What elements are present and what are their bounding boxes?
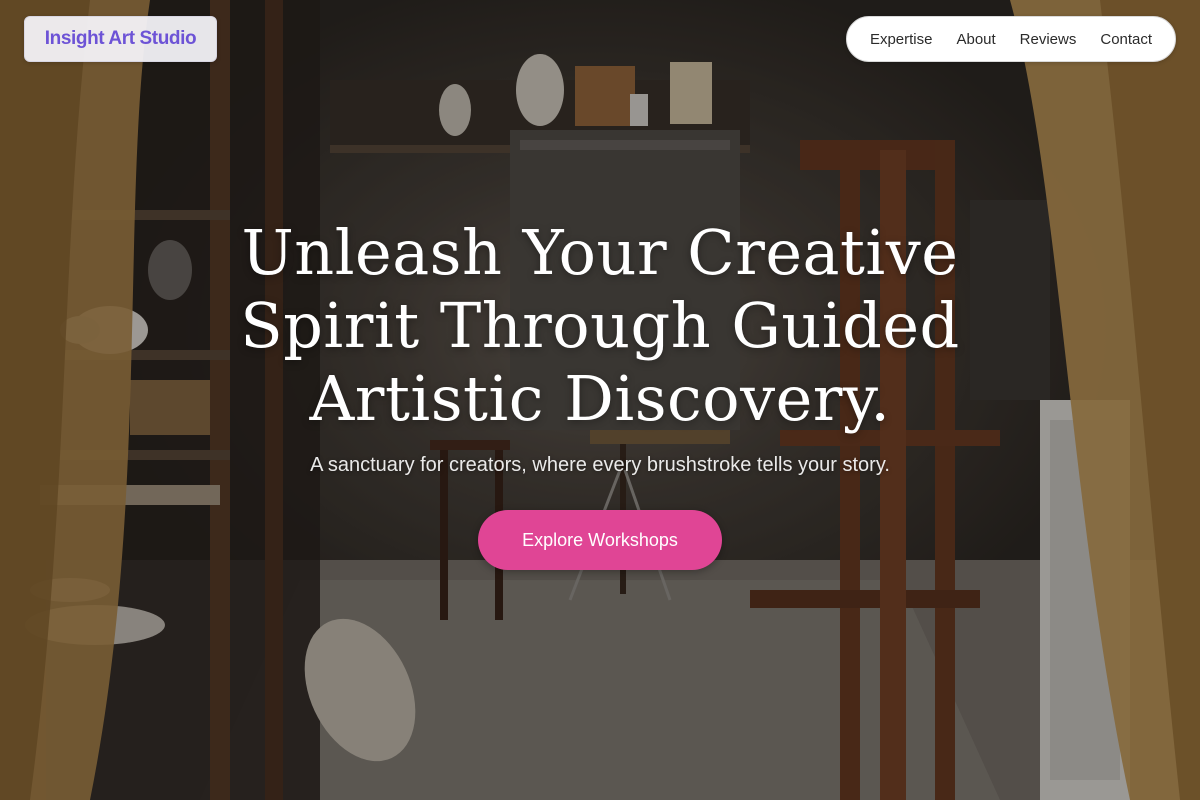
nav-link-contact[interactable]: Contact bbox=[1100, 31, 1152, 48]
nav-link-about[interactable]: About bbox=[956, 31, 995, 48]
main-nav: Expertise About Reviews Contact bbox=[846, 16, 1176, 62]
hero-title-line-1: Unleash Your Creative bbox=[241, 216, 959, 289]
hero-section: Unleash Your Creative Spirit Through Gui… bbox=[150, 216, 1050, 570]
site-logo[interactable]: Insight Art Studio bbox=[24, 16, 217, 62]
hero-subtitle: A sanctuary for creators, where every br… bbox=[310, 454, 890, 476]
nav-link-reviews[interactable]: Reviews bbox=[1020, 31, 1077, 48]
explore-workshops-button[interactable]: Explore Workshops bbox=[478, 510, 722, 570]
nav-link-expertise[interactable]: Expertise bbox=[870, 31, 933, 48]
hero-title: Unleash Your Creative Spirit Through Gui… bbox=[150, 216, 1050, 435]
hero-title-line-3: Artistic Discovery. bbox=[309, 362, 891, 435]
hero-title-line-2: Spirit Through Guided bbox=[240, 289, 960, 362]
